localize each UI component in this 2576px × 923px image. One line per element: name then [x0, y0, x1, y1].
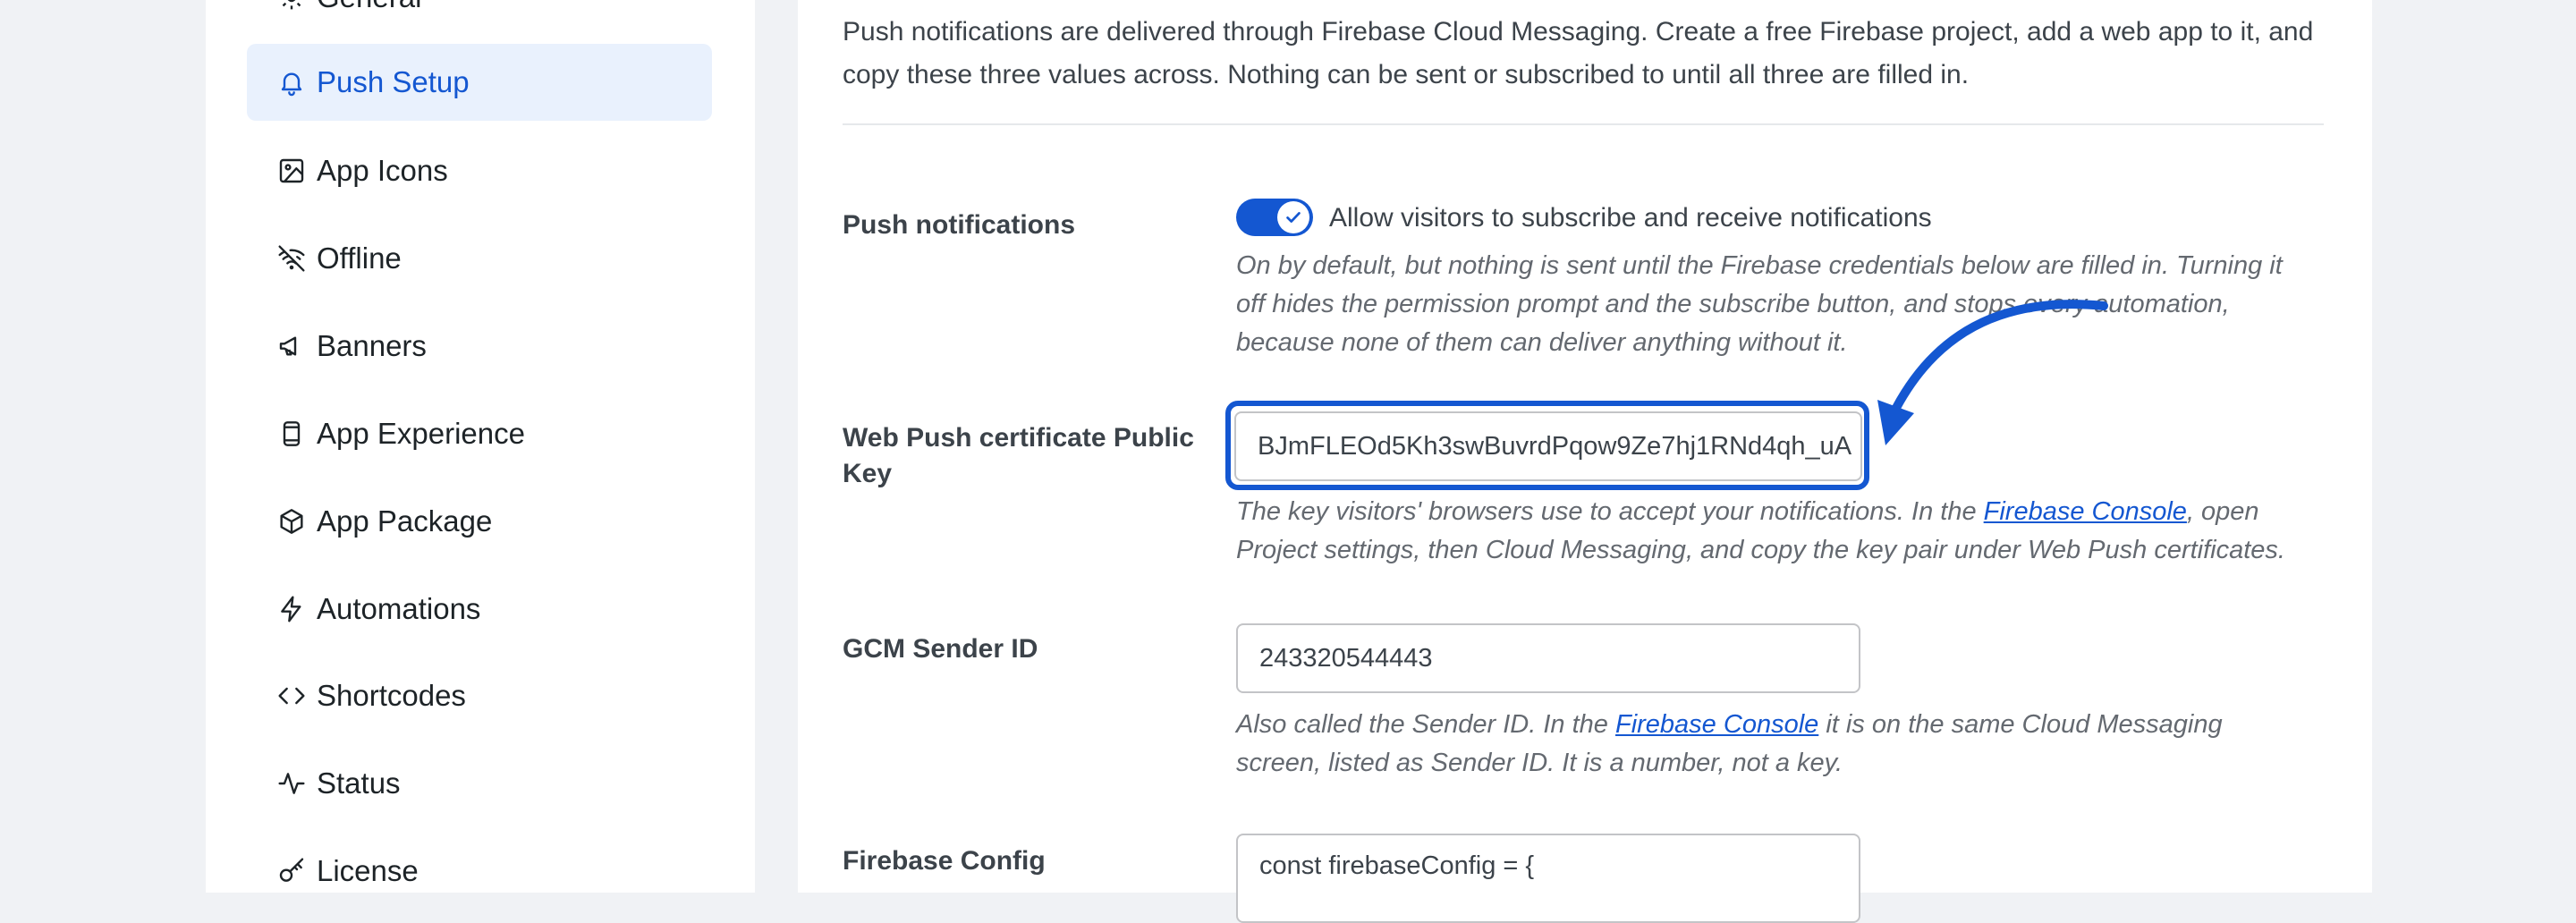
gear-icon [277, 0, 306, 12]
sidebar-item-label: App Package [317, 504, 493, 538]
sidebar-item-label: License [317, 854, 419, 887]
gcm-sender-id-label: GCM Sender ID [843, 634, 1038, 664]
description-text: The key visitors' browsers use to accept… [1236, 497, 1984, 526]
code-icon [277, 682, 306, 710]
sidebar-item-label: App Icons [317, 154, 448, 187]
web-push-key-description: The key visitors' browsers use to accept… [1236, 493, 2309, 570]
sidebar-item-automations[interactable]: Automations [247, 571, 712, 648]
push-notifications-label: Push notifications [843, 210, 1076, 240]
image-icon [277, 157, 306, 185]
sidebar-item-license[interactable]: License [247, 833, 712, 910]
intro-text: Push notifications are delivered through… [843, 17, 2314, 89]
sidebar-item-label: Offline [317, 241, 402, 275]
sidebar-item-label: Automations [317, 592, 481, 625]
sidebar-item-label: Push Setup [317, 65, 470, 98]
activity-icon [277, 769, 306, 798]
web-push-key-input[interactable]: BJmFLEOd5Kh3swBuvrdPqow9Ze7hj1RNd4qh_uA [1234, 411, 1862, 481]
sidebar-item-status[interactable]: Status [247, 745, 712, 822]
sidebar-item-label: Status [317, 766, 401, 800]
bolt-icon [277, 595, 306, 623]
description-text: Also called the Sender ID. In the [1236, 710, 1615, 739]
sidebar-item-shortcodes[interactable]: Shortcodes [247, 657, 712, 734]
web-push-key-label: Web Push certificate Public Key [843, 423, 1194, 488]
firebase-config-label: Firebase Config [843, 846, 1046, 876]
sidebar-item-app-experience[interactable]: App Experience [247, 395, 712, 472]
firebase-console-link[interactable]: Firebase Console [1615, 710, 1818, 739]
sidebar-item-label: Shortcodes [317, 679, 466, 712]
settings-sidebar: General Push Setup App Icons Offline Ban… [206, 0, 755, 893]
sidebar-item-app-icons[interactable]: App Icons [247, 132, 712, 209]
gcm-sender-id-description: Also called the Sender ID. In the Fireba… [1236, 706, 2309, 783]
divider [843, 123, 2324, 125]
firebase-console-link[interactable]: Firebase Console [1984, 497, 2187, 526]
checkmark-icon [1284, 207, 1303, 227]
wifi-off-icon [277, 244, 306, 273]
sidebar-item-push-setup[interactable]: Push Setup [247, 44, 712, 121]
sidebar-item-label: Banners [317, 329, 427, 362]
sidebar-item-general[interactable]: General [247, 0, 712, 36]
bell-icon [277, 68, 306, 97]
gcm-sender-id-input[interactable]: 243320544443 [1236, 623, 1860, 693]
firebase-config-textarea[interactable]: const firebaseConfig = { [1236, 834, 1860, 923]
sidebar-item-label: App Experience [317, 417, 525, 450]
toggle-knob [1277, 201, 1309, 233]
key-icon [277, 857, 306, 885]
sidebar-item-label: General [317, 0, 421, 36]
sidebar-item-banners[interactable]: Banners [247, 308, 712, 385]
phone-icon [277, 419, 306, 448]
megaphone-icon [277, 332, 306, 360]
sidebar-item-offline[interactable]: Offline [247, 220, 712, 297]
push-notifications-toggle[interactable] [1236, 199, 1313, 236]
push-setup-card: Push notifications are delivered through… [798, 0, 2372, 923]
push-notifications-toggle-label: Allow visitors to subscribe and receive … [1329, 203, 1932, 233]
sidebar-item-app-package[interactable]: App Package [247, 483, 712, 560]
push-notifications-description: On by default, but nothing is sent until… [1236, 251, 2283, 357]
package-icon [277, 507, 306, 536]
